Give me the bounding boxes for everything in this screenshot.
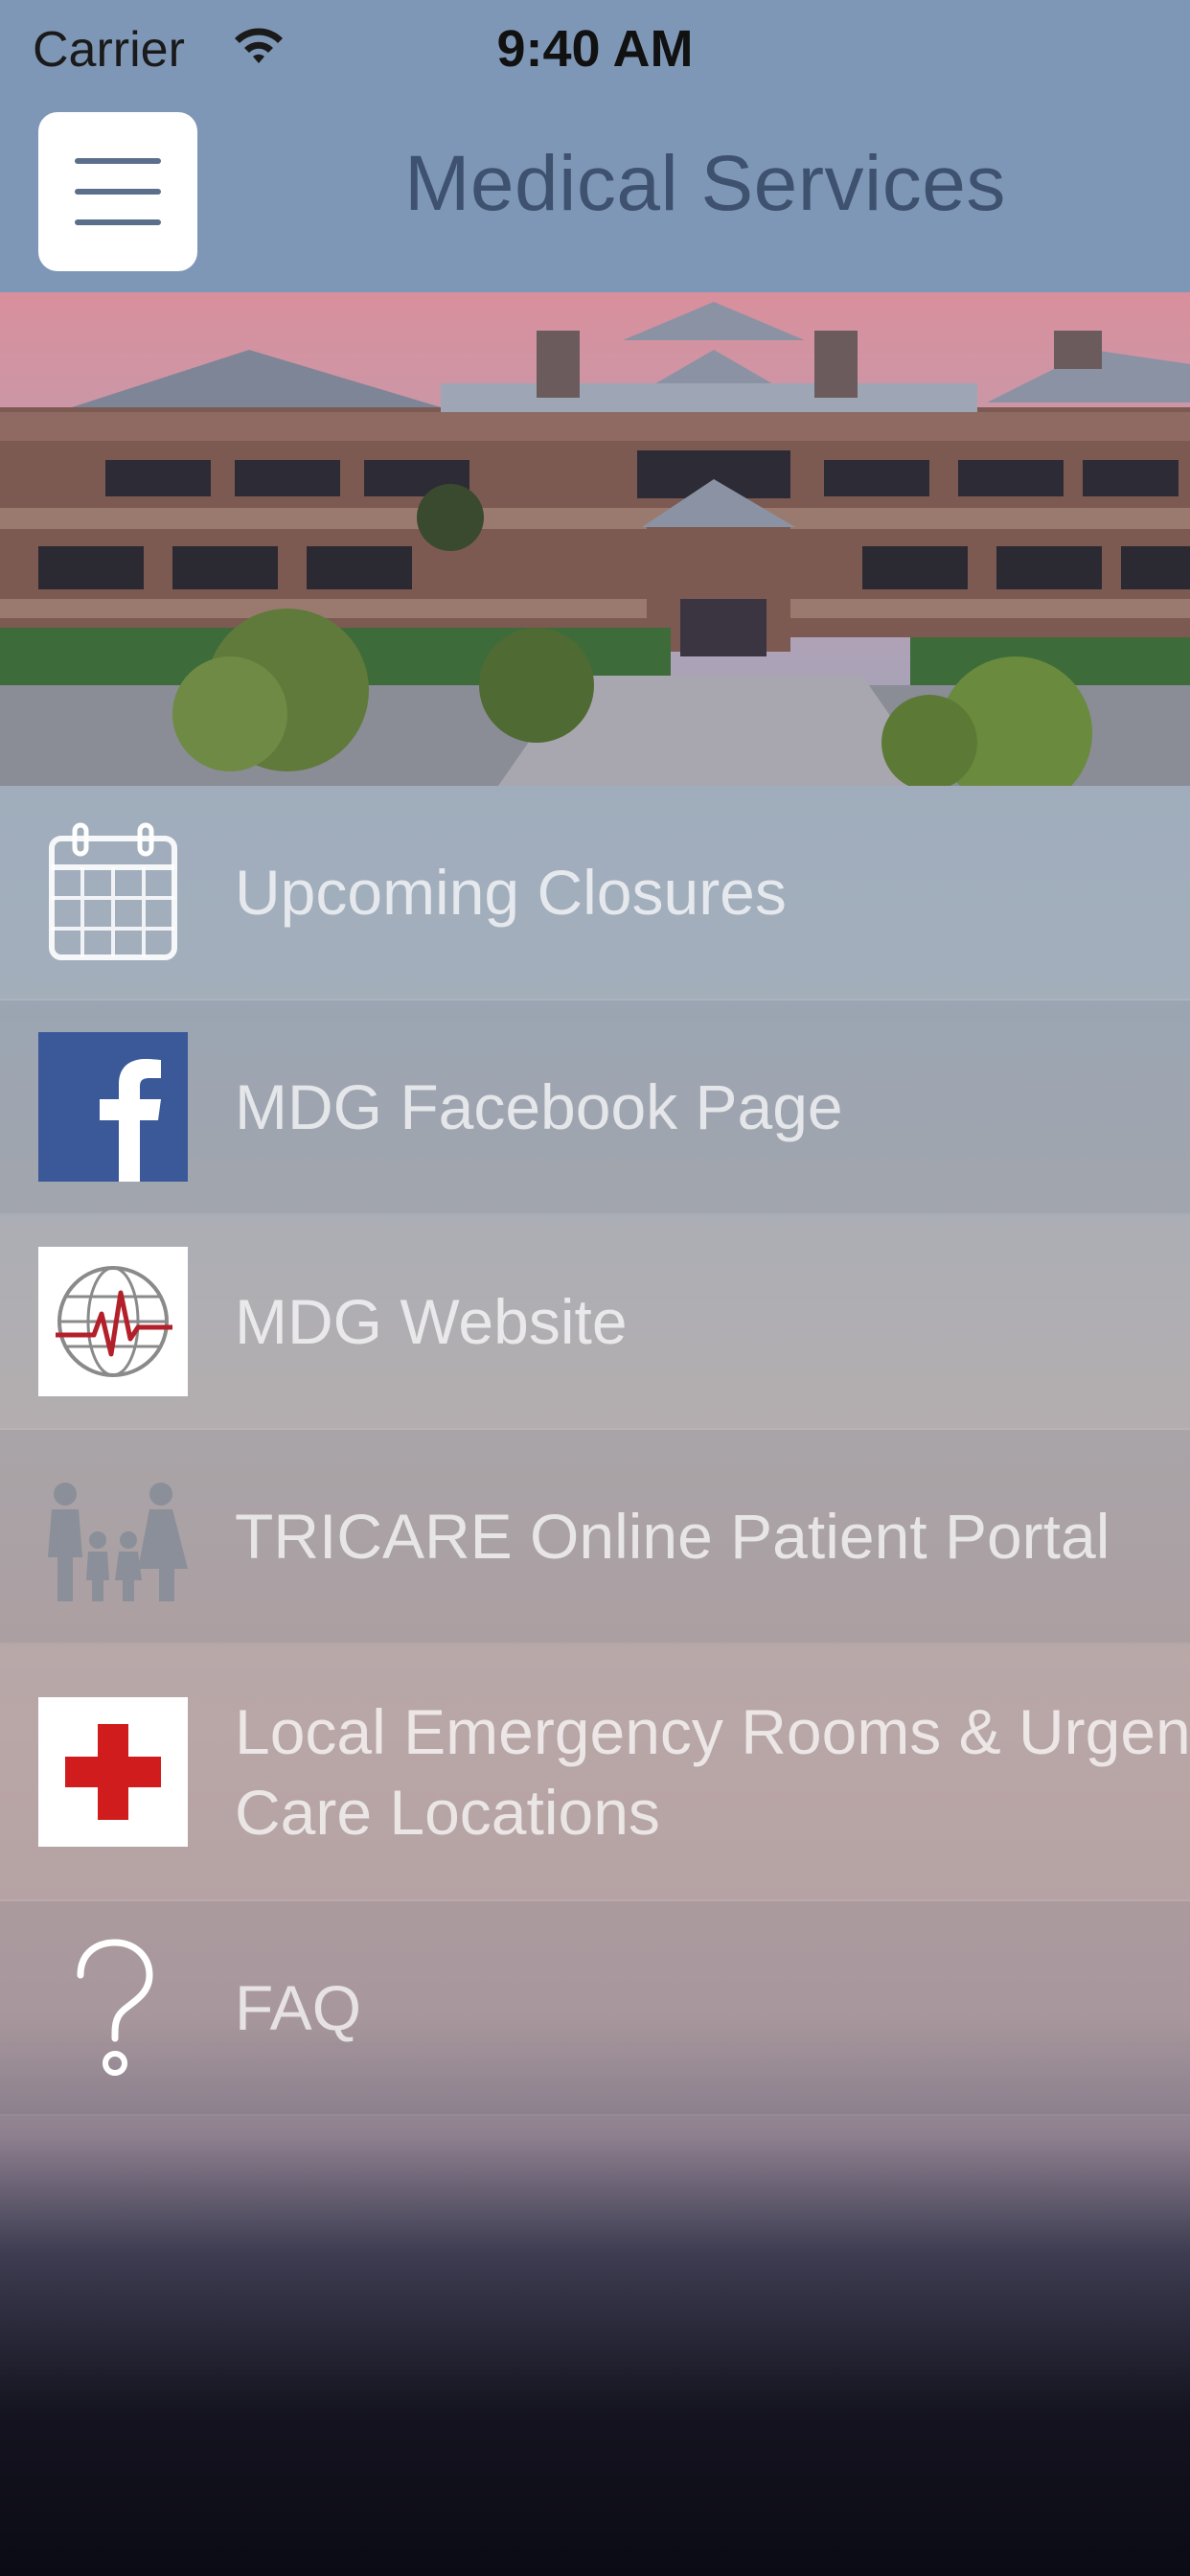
medical-building-photo xyxy=(0,292,1190,786)
red-cross-icon xyxy=(38,1697,188,1847)
menu-item-label: MDG Facebook Page xyxy=(235,1071,843,1142)
menu-item-label: FAQ xyxy=(235,1972,362,2043)
calendar-icon xyxy=(49,822,177,960)
hamburger-menu-icon xyxy=(75,158,161,164)
hamburger-menu-button[interactable] xyxy=(38,112,197,271)
nav-bar: Medical Services xyxy=(0,101,1190,292)
menu-item-mdg-website[interactable]: MDG Website xyxy=(0,1215,1190,1430)
hamburger-menu-icon xyxy=(75,189,161,195)
question-mark-icon xyxy=(77,1939,153,2076)
status-time: 9:40 AM xyxy=(496,20,694,78)
menu-list: Upcoming Closures MDG Facebook Page MDG … xyxy=(0,786,1190,2116)
menu-item-label: TRICARE Online Patient Portal xyxy=(235,1501,1110,1572)
menu-item-label: MDG Website xyxy=(235,1286,628,1357)
menu-item-faq[interactable]: FAQ xyxy=(0,1901,1190,2116)
status-bar: Carrier 9:40 AM xyxy=(0,0,1190,101)
family-icon xyxy=(48,1483,188,1601)
menu-item-label: Upcoming Closures xyxy=(235,857,787,928)
menu-item-upcoming-closures[interactable]: Upcoming Closures xyxy=(0,786,1190,1000)
page-title: Medical Services xyxy=(404,140,1006,227)
facebook-icon xyxy=(38,1032,188,1182)
globe-heartbeat-logo-icon xyxy=(38,1247,188,1396)
menu-item-tricare-portal[interactable]: TRICARE Online Patient Portal xyxy=(0,1430,1190,1644)
app-screen: Carrier 9:40 AM Medical Services Upcomin… xyxy=(0,0,1190,2576)
hamburger-menu-icon xyxy=(75,219,161,225)
menu-item-facebook[interactable]: MDG Facebook Page xyxy=(0,1000,1190,1215)
menu-item-label: Local Emergency Rooms & Urgent Care Loca… xyxy=(235,1696,1190,1848)
menu-item-emergency-rooms[interactable]: Local Emergency Rooms & Urgent Care Loca… xyxy=(0,1644,1190,1901)
